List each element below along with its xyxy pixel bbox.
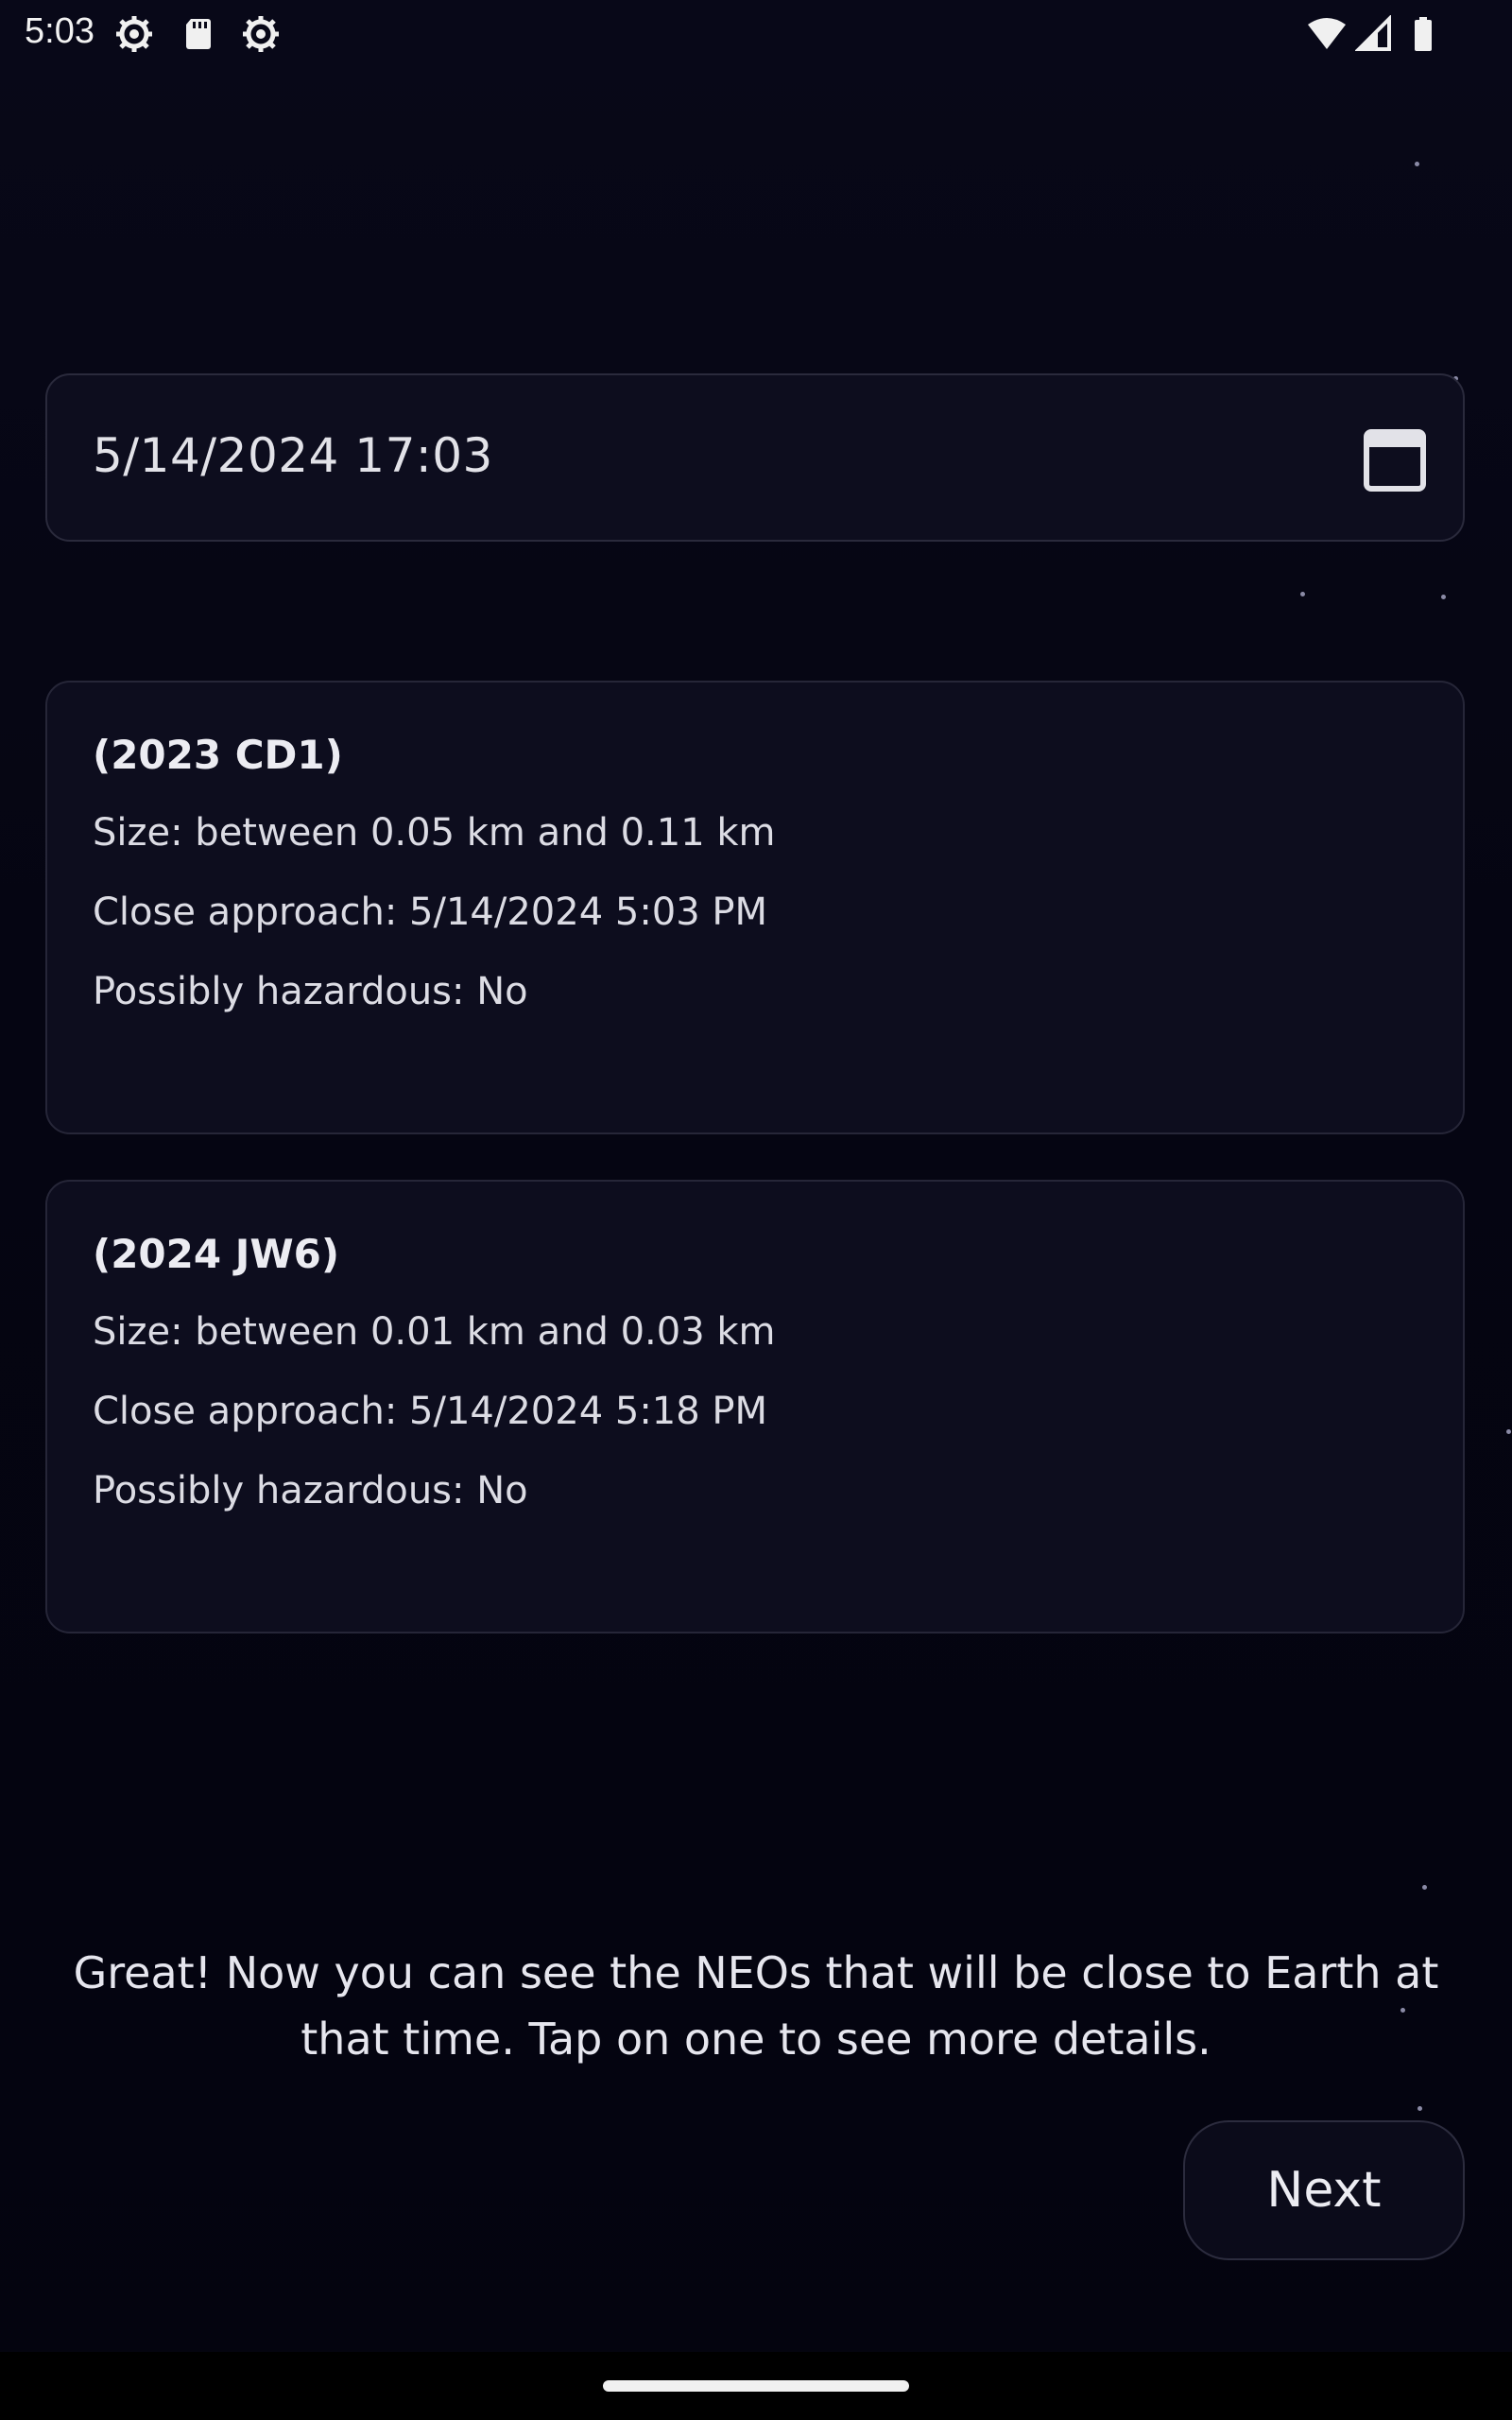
next-button[interactable]: Next [1183,2120,1465,2260]
settings-gear-icon [115,15,153,53]
settings-gear-icon [242,15,280,53]
home-gesture-handle[interactable] [603,2380,909,2392]
battery-icon [1404,15,1442,53]
cell-signal-icon [1355,15,1393,53]
tutorial-message: Great! Now you can see the NEOs that wil… [73,1947,1439,2065]
neo-size: Size: between 0.05 km and 0.11 km [93,811,776,855]
star [1441,595,1446,599]
star [1415,162,1419,166]
sd-card-icon [180,15,217,53]
app-screen: 5:03 5/14/2024 17:03 (2023 CD1) Size: be… [0,0,1512,2420]
neo-card[interactable]: (2023 CD1) Size: between 0.05 km and 0.1… [45,681,1465,1134]
status-bar: 5:03 [0,0,1512,68]
neo-close-approach: Close approach: 5/14/2024 5:03 PM [93,890,768,934]
neo-hazardous: Possibly hazardous: No [93,1469,528,1512]
star [1300,592,1305,596]
star [1418,2106,1422,2111]
date-time-value: 5/14/2024 17:03 [93,428,493,483]
status-time: 5:03 [25,11,94,51]
neo-size: Size: between 0.01 km and 0.03 km [93,1310,776,1354]
star [1422,1885,1427,1890]
date-time-field[interactable]: 5/14/2024 17:03 [45,373,1465,542]
wifi-icon [1308,15,1346,53]
star [1506,1429,1511,1434]
calendar-icon[interactable] [1363,424,1427,493]
neo-name: (2024 JW6) [93,1231,340,1277]
neo-card[interactable]: (2024 JW6) Size: between 0.01 km and 0.0… [45,1180,1465,1634]
neo-hazardous: Possibly hazardous: No [93,970,528,1013]
navigation-bar [0,2352,1512,2420]
neo-name: (2023 CD1) [93,732,343,778]
neo-close-approach: Close approach: 5/14/2024 5:18 PM [93,1390,768,1433]
